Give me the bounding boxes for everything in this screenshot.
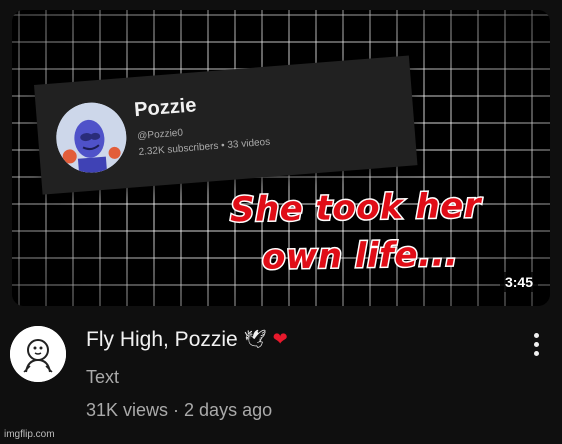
heart-icon: ❤	[272, 329, 288, 349]
thumbnail-caption-line-1: She took her	[228, 184, 483, 231]
video-description: Text	[86, 367, 120, 387]
video-title-text: Fly High, Pozzie	[86, 328, 238, 351]
watermark: imgflip.com	[4, 429, 55, 440]
channel-card-name: Pozzie	[133, 94, 198, 122]
video-feed-item: Pozzie @Pozzie0 2.32K subscribers • 33 v…	[0, 0, 562, 444]
channel-avatar[interactable]	[10, 326, 66, 382]
video-stats: 31K views · 2 days ago	[86, 400, 273, 420]
more-options-icon[interactable]	[526, 330, 546, 360]
video-title[interactable]: Fly High, Pozzie 🕊 ❤	[86, 328, 288, 352]
channel-card-avatar	[53, 100, 129, 176]
thumbnail-caption-line-2: own life...	[260, 233, 460, 279]
channel-card-screenshot: Pozzie @Pozzie0 2.32K subscribers • 33 v…	[34, 55, 418, 195]
video-thumbnail[interactable]: Pozzie @Pozzie0 2.32K subscribers • 33 v…	[12, 10, 550, 306]
video-duration-badge: 3:45	[499, 272, 538, 292]
channel-card-handle: @Pozzie0	[136, 127, 184, 143]
dove-icon: 🕊	[243, 329, 267, 349]
